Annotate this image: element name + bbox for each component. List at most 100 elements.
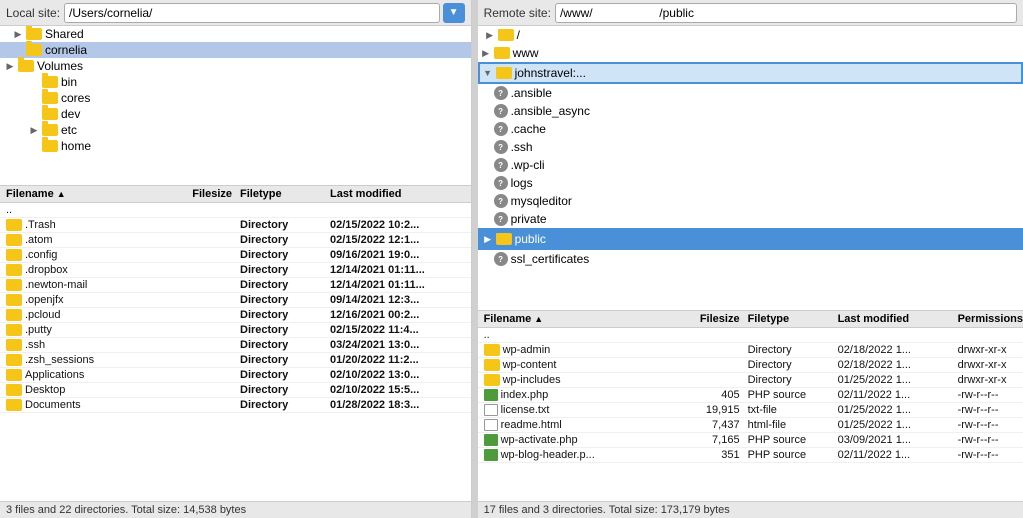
question-icon-mysqleditor: ?	[494, 194, 508, 208]
tree-item-dev[interactable]: dev	[0, 106, 471, 122]
folder-icon	[6, 339, 22, 351]
file-name: index.php	[478, 389, 678, 401]
remote-tree-item-www[interactable]: ▶ www	[478, 44, 1023, 62]
file-name: wp-blog-header.p...	[478, 449, 678, 461]
table-row[interactable]: .pcloud Directory 12/16/2021 00:2...	[0, 308, 471, 323]
file-modified: 12/16/2021 00:2...	[330, 309, 471, 321]
remote-tree-item-wp-cli[interactable]: ? .wp-cli	[478, 156, 1023, 174]
php-file-icon	[484, 434, 498, 446]
tree-item-bin[interactable]: bin	[0, 74, 471, 90]
file-size: 19,915	[678, 404, 748, 416]
remote-tree-item-ssl[interactable]: ? ssl_certificates	[478, 250, 1023, 268]
file-type: Directory	[240, 219, 330, 231]
remote-tree-item-public[interactable]: ▶ public	[478, 228, 1023, 250]
table-row[interactable]: ..	[478, 328, 1023, 343]
table-row[interactable]: wp-includes Directory 01/25/2022 1... dr…	[478, 373, 1023, 388]
remote-col-header-permissions[interactable]: Permissions	[958, 313, 1023, 325]
table-row[interactable]: readme.html 7,437 html-file 01/25/2022 1…	[478, 418, 1023, 433]
table-row[interactable]: Documents Directory 01/28/2022 18:3...	[0, 398, 471, 413]
file-type: Directory	[748, 359, 838, 371]
file-modified: 02/11/2022 1...	[838, 449, 958, 461]
file-perms: -rw-r--r--	[958, 419, 1023, 431]
table-row[interactable]: .atom Directory 02/15/2022 12:1...	[0, 233, 471, 248]
file-type: PHP source	[748, 434, 838, 446]
tree-label-public: public	[515, 232, 546, 246]
tree-item-home[interactable]: home	[0, 138, 471, 154]
table-row[interactable]: .config Directory 09/16/2021 19:0...	[0, 248, 471, 263]
file-name: wp-activate.php	[478, 434, 678, 446]
table-row[interactable]: .zsh_sessions Directory 01/20/2022 11:2.…	[0, 353, 471, 368]
tree-item-cornelia[interactable]: cornelia	[0, 42, 471, 58]
file-modified: 02/15/2022 10:2...	[330, 219, 471, 231]
table-row[interactable]: wp-content Directory 02/18/2022 1... drw…	[478, 358, 1023, 373]
col-header-filetype[interactable]: Filetype	[240, 188, 330, 200]
remote-tree-item-root[interactable]: ▶ /	[478, 26, 1023, 44]
remote-tree-item-ssh[interactable]: ? .ssh	[478, 138, 1023, 156]
remote-tree-item-private[interactable]: ? private	[478, 210, 1023, 228]
file-perms: drwxr-xr-x	[958, 344, 1023, 356]
remote-tree-item-ansible-async[interactable]: ? .ansible_async	[478, 102, 1023, 120]
col-header-filename[interactable]: Filename ▲	[0, 188, 160, 200]
tree-label-ssl: ssl_certificates	[511, 252, 590, 266]
question-icon-private: ?	[494, 212, 508, 226]
remote-site-path-input[interactable]	[555, 3, 1017, 23]
col-header-filesize[interactable]: Filesize	[160, 188, 240, 200]
tree-item-cores[interactable]: cores	[0, 90, 471, 106]
file-size: 351	[678, 449, 748, 461]
folder-icon-dev	[42, 108, 58, 120]
tree-label-dev: dev	[61, 107, 80, 121]
folder-icon	[6, 234, 22, 246]
folder-icon-home	[42, 140, 58, 152]
table-row[interactable]: index.php 405 PHP source 02/11/2022 1...…	[478, 388, 1023, 403]
remote-tree-item-mysqleditor[interactable]: ? mysqleditor	[478, 192, 1023, 210]
tree-item-shared[interactable]: ▶ Shared	[0, 26, 471, 42]
file-perms: drwxr-xr-x	[958, 374, 1023, 386]
table-row[interactable]: .ssh Directory 03/24/2021 13:0...	[0, 338, 471, 353]
remote-col-header-lastmod[interactable]: Last modified	[838, 313, 958, 325]
tree-label-root: /	[517, 28, 520, 42]
remote-tree-item-cache[interactable]: ? .cache	[478, 120, 1023, 138]
file-type: html-file	[748, 419, 838, 431]
table-row[interactable]: Applications Directory 02/10/2022 13:0..…	[0, 368, 471, 383]
file-modified: 03/09/2021 1...	[838, 434, 958, 446]
table-row[interactable]: wp-blog-header.p... 351 PHP source 02/11…	[478, 448, 1023, 463]
remote-col-header-filename[interactable]: Filename ▲	[478, 313, 678, 325]
tree-label-cores: cores	[61, 91, 90, 105]
html-file-icon	[484, 419, 498, 431]
table-row[interactable]: wp-activate.php 7,165 PHP source 03/09/2…	[478, 433, 1023, 448]
table-row[interactable]: ..	[0, 203, 471, 218]
file-type: Directory	[748, 344, 838, 356]
folder-icon-volumes	[18, 60, 34, 72]
file-size: 405	[678, 389, 748, 401]
tree-item-volumes[interactable]: ▶ Volumes	[0, 58, 471, 74]
tree-expand-public: ▶	[480, 234, 496, 245]
folder-icon	[6, 294, 22, 306]
table-row[interactable]: .Trash Directory 02/15/2022 10:2...	[0, 218, 471, 233]
table-row[interactable]: .dropbox Directory 12/14/2021 01:11...	[0, 263, 471, 278]
col-header-lastmod[interactable]: Last modified	[330, 188, 471, 200]
table-row[interactable]: .openjfx Directory 09/14/2021 12:3...	[0, 293, 471, 308]
tree-label-johnstravel: johnstravel:...	[515, 66, 586, 80]
file-name: .openjfx	[0, 294, 160, 306]
file-name: wp-includes	[478, 374, 678, 386]
file-type: txt-file	[748, 404, 838, 416]
file-modified: 02/11/2022 1...	[838, 389, 958, 401]
file-type: PHP source	[748, 389, 838, 401]
tree-label-volumes: Volumes	[37, 59, 83, 73]
remote-tree-item-ansible[interactable]: ? .ansible	[478, 84, 1023, 102]
table-row[interactable]: Desktop Directory 02/10/2022 15:5...	[0, 383, 471, 398]
tree-item-etc[interactable]: ▶ etc	[0, 122, 471, 138]
local-site-dropdown-button[interactable]: ▼	[443, 3, 465, 23]
table-row[interactable]: .newton-mail Directory 12/14/2021 01:11.…	[0, 278, 471, 293]
table-row[interactable]: wp-admin Directory 02/18/2022 1... drwxr…	[478, 343, 1023, 358]
remote-col-header-filetype[interactable]: Filetype	[748, 313, 838, 325]
remote-tree-item-johnstravel[interactable]: ▼ johnstravel:...	[478, 62, 1023, 84]
table-row[interactable]: .putty Directory 02/15/2022 11:4...	[0, 323, 471, 338]
table-row[interactable]: license.txt 19,915 txt-file 01/25/2022 1…	[478, 403, 1023, 418]
file-modified: 01/20/2022 11:2...	[330, 354, 471, 366]
local-site-path-input[interactable]	[64, 3, 440, 23]
remote-tree-item-logs[interactable]: ? logs	[478, 174, 1023, 192]
remote-col-header-filesize[interactable]: Filesize	[678, 313, 748, 325]
remote-file-list: .. wp-admin Directory 02/18/2022 1... dr…	[478, 328, 1023, 501]
folder-icon	[6, 324, 22, 336]
